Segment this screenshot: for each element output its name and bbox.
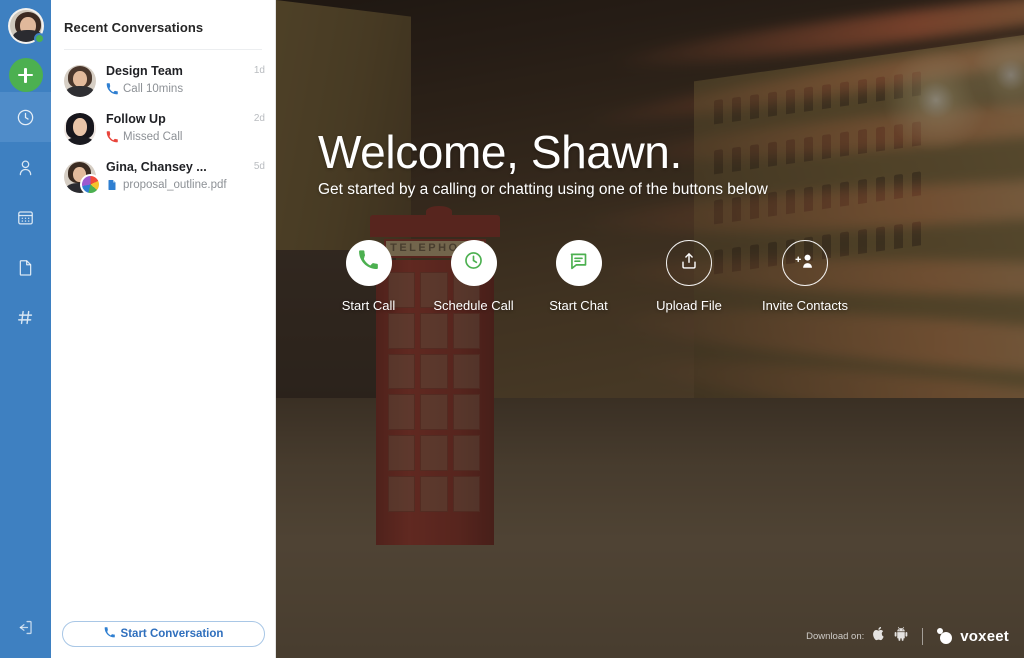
conversation-list: Design Team Call 10mins 1d Follow Up Mis… bbox=[51, 56, 275, 200]
list-item[interactable]: Design Team Call 10mins 1d bbox=[51, 56, 275, 104]
start-chat-circle bbox=[555, 240, 602, 286]
start-call-button[interactable]: Start Call bbox=[316, 240, 421, 313]
conversations-panel: Recent Conversations Design Team Call 10… bbox=[51, 0, 276, 658]
panel-footer: Start Conversation bbox=[51, 621, 276, 658]
avatar[interactable] bbox=[7, 8, 45, 44]
phone-icon bbox=[104, 627, 115, 641]
avatar bbox=[64, 161, 101, 195]
clock-icon bbox=[16, 108, 35, 127]
start-call-circle bbox=[345, 240, 392, 286]
conversation-name: Design Team bbox=[106, 64, 183, 78]
navigation-rail bbox=[0, 0, 51, 658]
phone-icon bbox=[358, 250, 379, 276]
start-conversation-button[interactable]: Start Conversation bbox=[62, 621, 265, 647]
phone-icon bbox=[106, 131, 118, 143]
phone-icon bbox=[106, 83, 118, 95]
page-title: Welcome, Shawn. bbox=[318, 126, 682, 178]
hash-icon bbox=[16, 308, 35, 327]
conversation-time: 5d bbox=[253, 161, 265, 172]
add-person-icon bbox=[794, 250, 816, 277]
app-root: Recent Conversations Design Team Call 10… bbox=[0, 0, 1024, 658]
action-label: Invite Contacts bbox=[762, 298, 848, 313]
file-icon bbox=[106, 179, 118, 191]
voxeet-mark-icon bbox=[937, 628, 954, 644]
conversation-subtitle: Missed Call bbox=[106, 130, 248, 144]
status-badge bbox=[33, 33, 45, 44]
upload-file-circle bbox=[666, 240, 712, 286]
brand-name: voxeet bbox=[960, 627, 1009, 645]
sidebar-item-files[interactable] bbox=[0, 242, 51, 292]
panel-title: Recent Conversations bbox=[64, 20, 204, 35]
add-button[interactable] bbox=[8, 58, 43, 92]
conversation-subtitle-text: Missed Call bbox=[123, 131, 183, 143]
schedule-call-button[interactable]: Schedule Call bbox=[421, 240, 526, 313]
schedule-call-circle bbox=[450, 240, 497, 286]
document-icon bbox=[16, 258, 35, 277]
start-chat-button[interactable]: Start Chat bbox=[526, 240, 631, 313]
page-subtitle: Get started by a calling or chatting usi… bbox=[318, 181, 768, 198]
chat-bubble-icon bbox=[568, 250, 589, 276]
divider bbox=[922, 627, 924, 645]
logout-button[interactable] bbox=[0, 602, 51, 658]
avatar bbox=[64, 65, 96, 97]
upload-icon bbox=[679, 251, 699, 276]
logout-icon bbox=[16, 618, 35, 642]
list-item[interactable]: Follow Up Missed Call 2d bbox=[51, 104, 275, 152]
conversation-subtitle: proposal_outline.pdf bbox=[106, 178, 248, 192]
conversation-name: Follow Up bbox=[106, 112, 166, 126]
conversation-name: Gina, Chansey ... bbox=[106, 160, 207, 174]
android-icon[interactable] bbox=[894, 626, 908, 646]
panel-divider bbox=[64, 49, 262, 50]
start-conversation-label: Start Conversation bbox=[120, 628, 224, 640]
conversation-time: 2d bbox=[253, 113, 265, 124]
sidebar-item-contacts[interactable] bbox=[0, 142, 51, 192]
calendar-icon bbox=[16, 208, 35, 227]
conversation-time: 1d bbox=[253, 65, 265, 76]
download-label: Download on: bbox=[806, 630, 865, 642]
apple-icon[interactable] bbox=[873, 626, 886, 646]
sidebar-item-calendar[interactable] bbox=[0, 192, 51, 242]
person-icon bbox=[16, 158, 35, 177]
invite-contacts-circle bbox=[782, 240, 828, 286]
sidebar-item-channels[interactable] bbox=[0, 292, 51, 342]
action-label: Schedule Call bbox=[433, 298, 514, 313]
avatar-secondary bbox=[80, 174, 101, 195]
avatar bbox=[64, 113, 96, 145]
brand-logo: voxeet bbox=[937, 628, 1009, 645]
conversation-subtitle: Call 10mins bbox=[106, 82, 248, 96]
list-item[interactable]: Gina, Chansey ... proposal_outline.pdf 5… bbox=[51, 152, 275, 200]
action-label: Upload File bbox=[656, 298, 722, 313]
hero-content: Welcome, Shawn. Get started by a calling… bbox=[276, 0, 1024, 658]
download-bar: Download on: voxeet bbox=[806, 626, 1009, 646]
conversation-subtitle-text: proposal_outline.pdf bbox=[123, 179, 227, 191]
invite-contacts-button[interactable]: Invite Contacts bbox=[747, 240, 863, 313]
action-label: Start Call bbox=[341, 298, 396, 313]
action-buttons: Start Call Schedule Call Start Chat Uplo… bbox=[316, 240, 863, 313]
upload-file-button[interactable]: Upload File bbox=[631, 240, 747, 313]
sidebar-item-recent-calls[interactable] bbox=[0, 92, 51, 142]
action-label: Start Chat bbox=[549, 298, 608, 313]
hero-panel: TELEPHONE Welcome, Shawn. Get started by… bbox=[276, 0, 1024, 658]
conversation-subtitle-text: Call 10mins bbox=[123, 83, 184, 95]
clock-icon bbox=[463, 250, 484, 276]
